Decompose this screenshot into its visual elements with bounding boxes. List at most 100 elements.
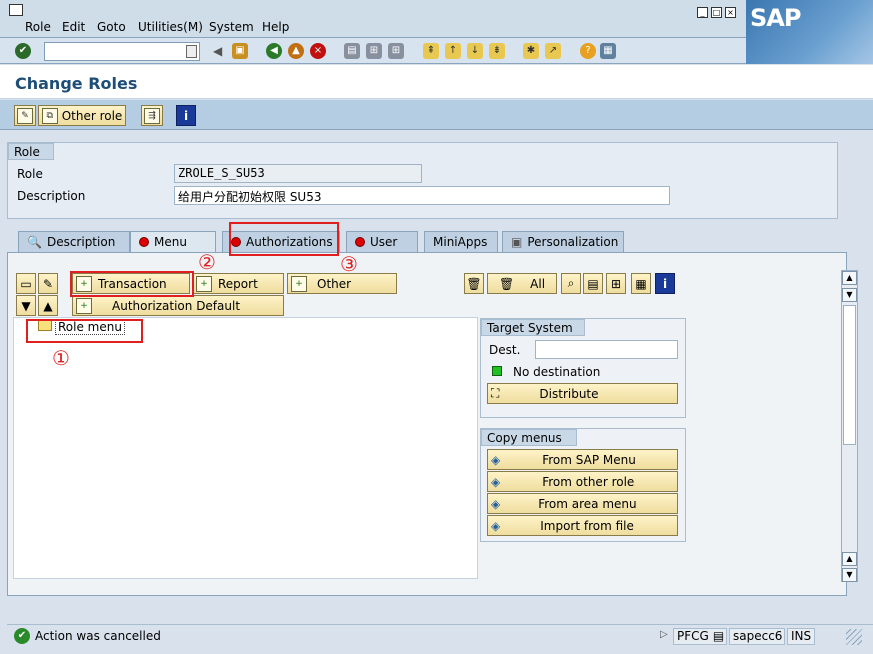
from-other-role-button[interactable]: ◈ From other role: [487, 471, 678, 492]
tab-miniapps[interactable]: MiniApps: [424, 231, 498, 252]
shortcut-icon[interactable]: ↗: [545, 43, 561, 59]
triangle-up-icon: ▲: [43, 298, 53, 313]
save-icon[interactable]: ▣: [232, 43, 248, 59]
pencil-icon: ✎: [42, 276, 54, 291]
tab-user[interactable]: User: [346, 231, 418, 252]
authorization-default-button[interactable]: + Authorization Default: [72, 295, 284, 316]
copy-menu-icon: ◈: [491, 452, 501, 467]
info-icon: i: [662, 276, 668, 291]
tab-menu[interactable]: Menu: [130, 231, 216, 252]
move-down-button[interactable]: ▼: [16, 295, 36, 316]
menu-system[interactable]: System: [209, 20, 254, 34]
system-menu-icon[interactable]: [9, 4, 23, 16]
exit-icon[interactable]: ▲: [288, 43, 304, 59]
scroll-up-icon[interactable]: ▼: [842, 288, 857, 302]
status-expand-icon[interactable]: ▷: [660, 629, 668, 640]
maximize-icon[interactable]: □: [711, 7, 722, 18]
annotation-three: ③: [340, 252, 358, 276]
distribute-button[interactable]: ⛶ Distribute: [487, 383, 678, 404]
new-session-icon[interactable]: ✱: [523, 43, 539, 59]
menu-help[interactable]: Help: [262, 20, 289, 34]
find-icon[interactable]: ⊞: [366, 43, 382, 59]
other-button[interactable]: + Other: [287, 273, 397, 294]
status-red-icon: [355, 237, 365, 247]
new-folder-button[interactable]: ▭: [16, 273, 36, 294]
role-name-field[interactable]: ZROLE_S_SU53: [174, 164, 422, 183]
import-from-file-label: Import from file: [540, 518, 634, 533]
window-controls: _ □ ×: [697, 7, 736, 18]
tab-description[interactable]: 🔍 Description: [18, 231, 130, 252]
report-button[interactable]: + Report: [192, 273, 284, 294]
delete-button[interactable]: 🗑: [464, 273, 484, 294]
menu-bar: [0, 0, 873, 38]
magnifier-icon: ⌕: [567, 276, 575, 290]
sap-logo: SAP: [746, 0, 873, 64]
other-role-button[interactable]: ⧉ Other role: [38, 105, 126, 126]
find-next-icon[interactable]: ⊞: [388, 43, 404, 59]
status-message: Action was cancelled: [35, 629, 161, 643]
minimize-icon[interactable]: _: [697, 7, 708, 18]
move-up-button[interactable]: ▲: [38, 295, 58, 316]
info-icon: i: [183, 108, 189, 123]
scroll-top-icon[interactable]: ▲: [842, 271, 857, 285]
menu-goto[interactable]: Goto: [97, 20, 126, 34]
menu-edit[interactable]: Edit: [62, 20, 85, 34]
tree-info-button[interactable]: i: [655, 273, 675, 294]
delete-all-button[interactable]: 🗑 All: [487, 273, 557, 294]
print-icon[interactable]: ▤: [344, 43, 360, 59]
success-check-icon: ✔: [14, 628, 30, 644]
enter-icon[interactable]: ✔: [15, 43, 31, 59]
command-history-icon[interactable]: [186, 45, 197, 58]
cancel-icon[interactable]: ×: [310, 43, 326, 59]
transaction-list-icon[interactable]: ▤: [713, 629, 724, 644]
documentation-button[interactable]: ▤: [583, 273, 603, 294]
info-button[interactable]: i: [176, 105, 196, 126]
help-icon[interactable]: ?: [580, 43, 596, 59]
annotation-one: ①: [52, 346, 70, 370]
close-icon[interactable]: ×: [725, 7, 736, 18]
scroll-thumb[interactable]: [843, 305, 856, 445]
role-label: Role: [17, 167, 43, 181]
delete-all-label: All: [530, 276, 546, 291]
other-label: Other: [317, 276, 352, 291]
status-transaction: PFCG ▤: [673, 628, 727, 645]
hierarchy-icon: ⇶: [144, 107, 160, 124]
resize-grip-icon[interactable]: [846, 629, 862, 645]
application-toolbar: [0, 100, 873, 130]
menu-utilities[interactable]: Utilities(M): [138, 20, 203, 34]
layout-menu-icon[interactable]: ▦: [600, 43, 616, 59]
arrow-left-icon[interactable]: ◀: [213, 44, 222, 58]
dest-field[interactable]: [535, 340, 678, 359]
last-page-icon[interactable]: ⇟: [489, 43, 505, 59]
hierarchy-button[interactable]: ⇶: [141, 105, 163, 126]
personalization-icon: ▣: [511, 235, 523, 249]
add-auth-default-icon: +: [76, 297, 92, 314]
next-page-icon[interactable]: ↓: [467, 43, 483, 59]
description-field[interactable]: 给用户分配初始权限 SU53: [174, 186, 670, 205]
scroll-down-icon[interactable]: ▲: [842, 552, 857, 566]
from-area-menu-button[interactable]: ◈ From area menu: [487, 493, 678, 514]
binoculars-icon: ⊞: [610, 276, 622, 291]
scroll-bottom-icon[interactable]: ▼: [842, 568, 857, 582]
menu-tree-pane: [13, 317, 478, 579]
command-field[interactable]: [44, 42, 200, 61]
menu-role[interactable]: Role: [25, 20, 51, 34]
back-icon[interactable]: ◀: [266, 43, 282, 59]
status-red-icon: [139, 237, 149, 247]
edit-node-button[interactable]: ✎: [38, 273, 58, 294]
display-change-button[interactable]: ✎: [14, 105, 36, 126]
from-sap-menu-button[interactable]: ◈ From SAP Menu: [487, 449, 678, 470]
binoculars-button[interactable]: ⊞: [606, 273, 626, 294]
tab-personalization[interactable]: ▣ Personalization: [502, 231, 624, 252]
find-node-button[interactable]: ⌕: [561, 273, 581, 294]
copy-menu-icon: ◈: [491, 496, 501, 511]
first-page-icon[interactable]: ⇞: [423, 43, 439, 59]
previous-page-icon[interactable]: ↑: [445, 43, 461, 59]
add-other-icon: +: [291, 275, 307, 292]
role-group: [7, 142, 838, 219]
structure-button[interactable]: ▦: [631, 273, 651, 294]
dest-label: Dest.: [489, 343, 521, 357]
status-insert-mode: INS: [787, 628, 815, 645]
tab-menu-label: Menu: [154, 235, 187, 249]
import-from-file-button[interactable]: ◈ Import from file: [487, 515, 678, 536]
